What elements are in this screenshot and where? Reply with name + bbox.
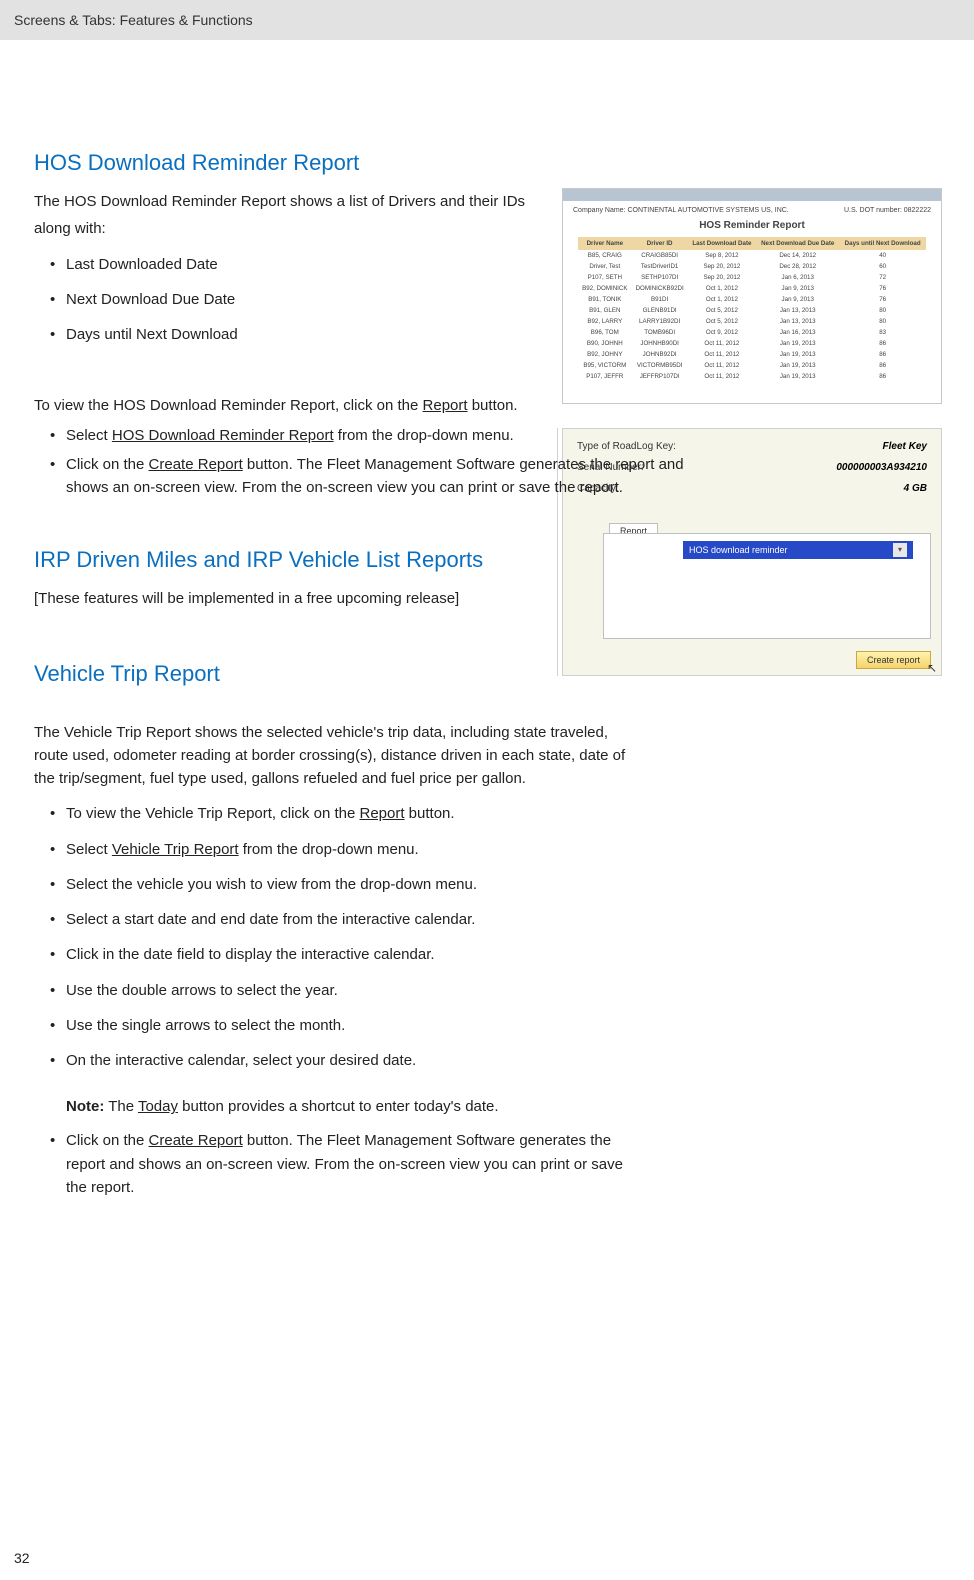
page-header-bar: Screens & Tabs: Features & Functions (0, 0, 974, 40)
report-dropdown[interactable]: HOS download reminder ▾ (683, 541, 913, 559)
s4-b2: Select Vehicle Trip Report from the drop… (50, 838, 714, 861)
cursor-icon: ↖ (927, 661, 937, 675)
s1-b3: Days until Next Download (50, 323, 714, 346)
s1-b1: Last Downloaded Date (50, 253, 714, 276)
s4-b5: Click in the date field to display the i… (50, 943, 714, 966)
table-row: B92, JOHNYJOHNB92DIOct 11, 2012Jan 19, 2… (578, 349, 926, 360)
s4-note: Note: The Today button provides a shortc… (66, 1098, 714, 1115)
s2-b2: Click on the Create Report button. The F… (50, 453, 714, 500)
page-header-text: Screens & Tabs: Features & Functions (14, 12, 253, 28)
table-row: P107, JEFFRJEFFRP107DIOct 11, 2012Jan 19… (578, 371, 926, 382)
s2-b1: Select HOS Download Reminder Report from… (50, 424, 714, 447)
s2-bullets: Select HOS Download Reminder Report from… (50, 424, 714, 500)
shot1-title: HOS Reminder Report (563, 220, 941, 231)
s4-b3: Select the vehicle you wish to view from… (50, 873, 714, 896)
s1-b2: Next Download Due Date (50, 288, 714, 311)
s4-bullets: To view the Vehicle Trip Report, click o… (50, 802, 714, 1072)
s4-b6: Use the double arrows to select the year… (50, 979, 714, 1002)
page-number: 32 (14, 1550, 30, 1566)
table-row: B95, VICTORMVICTORMB95DIOct 11, 2012Jan … (578, 360, 926, 371)
s4-intro: The Vehicle Trip Report shows the select… (34, 721, 644, 791)
s4-b7: Use the single arrows to select the mont… (50, 1014, 714, 1037)
chevron-down-icon[interactable]: ▾ (893, 543, 907, 557)
s4-b8: On the interactive calendar, select your… (50, 1049, 714, 1072)
s4-b4: Select a start date and end date from th… (50, 908, 714, 931)
s4-bullets2: Click on the Create Report button. The F… (50, 1129, 714, 1199)
s4-b9: Click on the Create Report button. The F… (50, 1129, 630, 1199)
s4-b1: To view the Vehicle Trip Report, click o… (50, 802, 714, 825)
shot1-dot: U.S. DOT number: 0822222 (844, 207, 931, 214)
heading-hos: HOS Download Reminder Report (34, 150, 714, 176)
s1-bullets: Last Downloaded Date Next Download Due D… (50, 253, 714, 347)
create-report-button[interactable]: Create report (856, 651, 931, 669)
shot1-company: Company Name: CONTINENTAL AUTOMOTIVE SYS… (573, 207, 789, 214)
